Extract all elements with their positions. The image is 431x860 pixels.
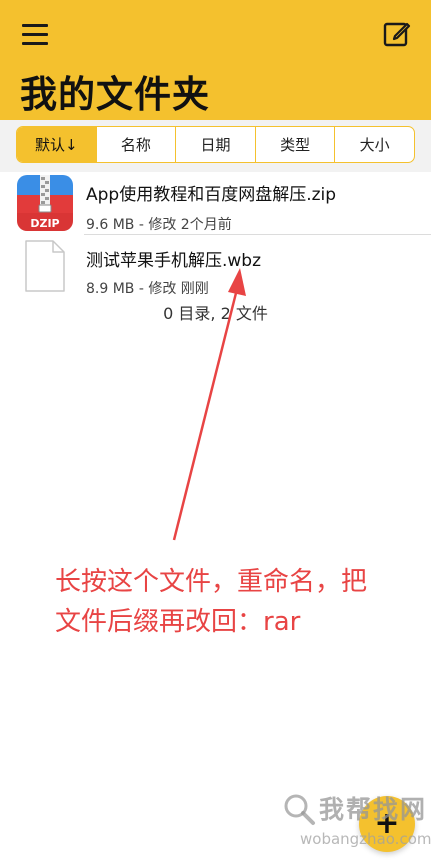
file-count-summary: 0 目录, 2 文件 <box>163 304 268 323</box>
sort-tab-type[interactable]: 类型 <box>256 127 336 162</box>
file-meta: 8.9 MB - 修改 刚刚 <box>86 281 209 297</box>
dzip-icon-label: DZIP <box>30 217 59 230</box>
edit-square-icon[interactable] <box>383 20 411 48</box>
sort-tab-default[interactable]: 默认↓ <box>17 127 97 162</box>
sort-tab-date[interactable]: 日期 <box>176 127 256 162</box>
file-list-item[interactable]: 测试苹果手机解压.wbz 8.9 MB - 修改 刚刚 <box>0 236 431 297</box>
watermark-text-en: wobangzhao.com <box>300 830 431 848</box>
annotation-line-1: 长按这个文件，重命名，把 <box>55 567 368 597</box>
hamburger-menu-icon[interactable] <box>22 24 48 46</box>
file-meta: 9.6 MB - 修改 2个月前 <box>86 217 232 233</box>
document-icon <box>25 240 65 292</box>
dzip-archive-icon: DZIP <box>17 175 73 231</box>
annotation-line-2: 文件后缀再改回：rar <box>55 607 301 637</box>
annotation-text: 长按这个文件，重命名，把 文件后缀再改回：rar <box>55 562 425 642</box>
sort-segmented-control: 默认↓ 名称 日期 类型 大小 <box>16 126 415 163</box>
app-header: 我的文件夹 <box>0 0 431 120</box>
file-name: App使用教程和百度网盘解压.zip <box>86 185 337 205</box>
sort-tab-name[interactable]: 名称 <box>97 127 177 162</box>
page-title: 我的文件夹 <box>20 73 210 116</box>
sort-tab-size[interactable]: 大小 <box>335 127 414 162</box>
file-name: 测试苹果手机解压.wbz <box>86 251 262 271</box>
list-divider <box>84 234 431 235</box>
magnifier-watermark-icon <box>284 794 315 825</box>
file-list-item[interactable]: DZIP App使用教程和百度网盘解压.zip 9.6 MB - 修改 2个月前 <box>0 172 431 234</box>
watermark-text-cn: 我帮找网 <box>319 795 428 824</box>
